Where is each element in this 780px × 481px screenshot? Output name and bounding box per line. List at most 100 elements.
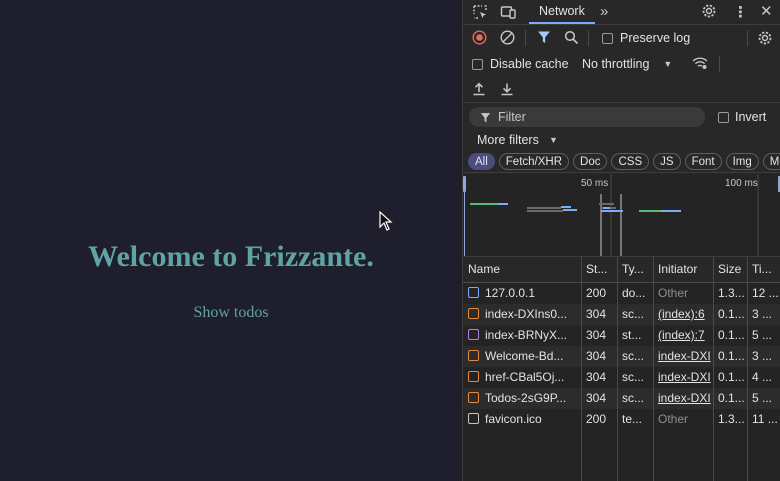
cell-size-text: 0.1... xyxy=(718,391,745,405)
throttling-select-value: No throttling xyxy=(582,57,650,71)
cell-status: 200 xyxy=(581,283,617,304)
preserve-log-checkbox[interactable] xyxy=(602,33,613,44)
cell-size-text: 1.3... xyxy=(718,286,745,300)
cell-name: favicon.ico xyxy=(463,409,581,430)
throttling-select[interactable]: No throttling ▼ xyxy=(582,57,672,71)
cell-name: index-BRNyX... xyxy=(463,325,581,346)
cell-initiator[interactable]: index-DXI xyxy=(653,388,713,409)
invert-label: Invert xyxy=(735,110,767,124)
cell-size: 0.1... xyxy=(713,304,747,325)
type-filter-all[interactable]: All xyxy=(468,153,495,170)
cell-time-text: 3 ... xyxy=(752,349,773,363)
type-filter-doc[interactable]: Doc xyxy=(573,153,608,170)
table-row[interactable]: index-BRNyX... 304 st... (index):7 0.1... 5 .… xyxy=(463,325,780,346)
cell-initiator-text: Other xyxy=(658,412,689,426)
column-header-status[interactable]: St... xyxy=(581,257,617,282)
cell-type-text: do... xyxy=(622,286,646,300)
cell-size-text: 0.1... xyxy=(718,349,745,363)
close-icon[interactable]: ✕ xyxy=(760,2,773,20)
table-row[interactable]: Welcome-Bd... 304 sc... index-DXI 0.1... 3 ..… xyxy=(463,346,780,367)
table-header: Name St... Ty... Initiator Size Ti... xyxy=(463,257,780,283)
network-conditions-icon[interactable] xyxy=(692,56,708,70)
cell-initiator-text: Other xyxy=(658,286,689,300)
cell-status-text: 304 xyxy=(586,391,607,405)
divider xyxy=(525,30,526,46)
cell-initiator[interactable]: index-DXI xyxy=(653,346,713,367)
divider xyxy=(719,56,720,72)
page-title: Welcome to Frizzante. xyxy=(88,240,374,273)
cell-size: 0.1... xyxy=(713,325,747,346)
filter-funnel-icon[interactable] xyxy=(537,30,551,44)
caret-down-icon: ▼ xyxy=(549,135,558,145)
cell-time-text: 3 ... xyxy=(752,307,773,321)
show-todos-link[interactable]: Show todos xyxy=(0,304,462,322)
column-header-name[interactable]: Name xyxy=(463,257,581,282)
search-icon[interactable] xyxy=(564,30,579,45)
column-header-time[interactable]: Ti... xyxy=(747,257,780,282)
type-filter-img[interactable]: Img xyxy=(725,153,759,170)
more-tabs-icon[interactable]: » xyxy=(600,3,608,20)
filter-input[interactable]: Filter xyxy=(469,107,705,127)
cell-name: index-DXIns0... xyxy=(463,304,581,325)
cell-time-text: 11 ... xyxy=(752,412,778,426)
invert-checkbox[interactable] xyxy=(718,112,729,123)
filter-icon xyxy=(480,112,491,123)
type-filter-js[interactable]: JS xyxy=(653,153,681,170)
column-divider xyxy=(581,257,582,481)
more-filters-dropdown[interactable]: More filters ▼ xyxy=(463,130,780,152)
cell-type-text: sc... xyxy=(622,370,645,384)
stylesheet-icon xyxy=(468,329,479,340)
column-divider xyxy=(653,257,654,481)
disable-cache-checkbox[interactable] xyxy=(472,59,483,70)
devtools-tabbar: Network » ⋮ ✕ xyxy=(463,0,780,25)
cell-time: 4 ... xyxy=(747,367,780,388)
cell-name-text: href-CBal5Oj... xyxy=(485,370,565,384)
type-filter-css[interactable]: CSS xyxy=(611,153,650,170)
export-har-icon[interactable] xyxy=(500,82,514,96)
script-icon xyxy=(468,392,479,403)
cell-time-text: 12 ... xyxy=(752,286,779,300)
table-row[interactable]: index-DXIns0... 304 sc... (index):6 0.1... 3 … xyxy=(463,304,780,325)
table-row[interactable]: 127.0.0.1 200 do... Other 1.3... 12 ... xyxy=(463,283,780,304)
timeline-tick-label: 50 ms xyxy=(581,178,609,189)
column-header-initiator[interactable]: Initiator xyxy=(653,257,713,282)
type-filter-media[interactable]: Med xyxy=(762,153,780,170)
cell-size: 0.1... xyxy=(713,346,747,367)
import-har-icon[interactable] xyxy=(472,82,486,96)
table-row[interactable]: Todos-2sG9P... 304 sc... index-DXI 0.1... 5 .… xyxy=(463,388,780,409)
clear-icon[interactable] xyxy=(500,30,515,45)
cell-status: 304 xyxy=(581,388,617,409)
device-toolbar-icon[interactable] xyxy=(500,4,516,20)
column-divider xyxy=(617,257,618,481)
cell-status-text: 200 xyxy=(586,412,607,426)
devtools-panel: Network » ⋮ ✕ Preserve log Disable cache… xyxy=(462,0,780,481)
type-filter-font[interactable]: Font xyxy=(684,153,722,170)
record-stop-icon[interactable] xyxy=(472,30,487,45)
cell-initiator[interactable]: (index):6 xyxy=(653,304,713,325)
cell-initiator: Other xyxy=(653,283,713,304)
cell-status: 200 xyxy=(581,409,617,430)
cell-initiator[interactable]: index-DXI xyxy=(653,367,713,388)
network-settings-gear-icon[interactable] xyxy=(757,30,773,46)
cell-initiator-text: (index):6 xyxy=(658,307,705,321)
column-header-type[interactable]: Ty... xyxy=(617,257,653,282)
network-overview-timeline[interactable]: 50 ms 100 ms xyxy=(463,174,780,257)
app-viewport: Welcome to Frizzante. Show todos xyxy=(0,0,462,481)
tab-network[interactable]: Network xyxy=(529,0,595,24)
kebab-menu-icon[interactable]: ⋮ xyxy=(733,3,748,21)
cell-time-text: 5 ... xyxy=(752,328,773,342)
network-toolbar-2: Disable cache No throttling ▼ xyxy=(463,52,780,76)
settings-gear-icon[interactable] xyxy=(701,3,717,19)
divider xyxy=(747,30,748,46)
preserve-log-label: Preserve log xyxy=(620,31,691,45)
type-filter-fetch-xhr[interactable]: Fetch/XHR xyxy=(498,153,570,170)
divider xyxy=(588,30,589,46)
cell-time-text: 5 ... xyxy=(752,391,773,405)
table-row[interactable]: href-CBal5Oj... 304 sc... index-DXI 0.1... 4 … xyxy=(463,367,780,388)
table-row[interactable]: favicon.ico 200 te... Other 1.3... 11 ... xyxy=(463,409,780,430)
cell-status: 304 xyxy=(581,367,617,388)
cell-size: 0.1... xyxy=(713,388,747,409)
column-header-size[interactable]: Size xyxy=(713,257,747,282)
cell-initiator[interactable]: (index):7 xyxy=(653,325,713,346)
inspect-element-icon[interactable] xyxy=(472,4,488,20)
